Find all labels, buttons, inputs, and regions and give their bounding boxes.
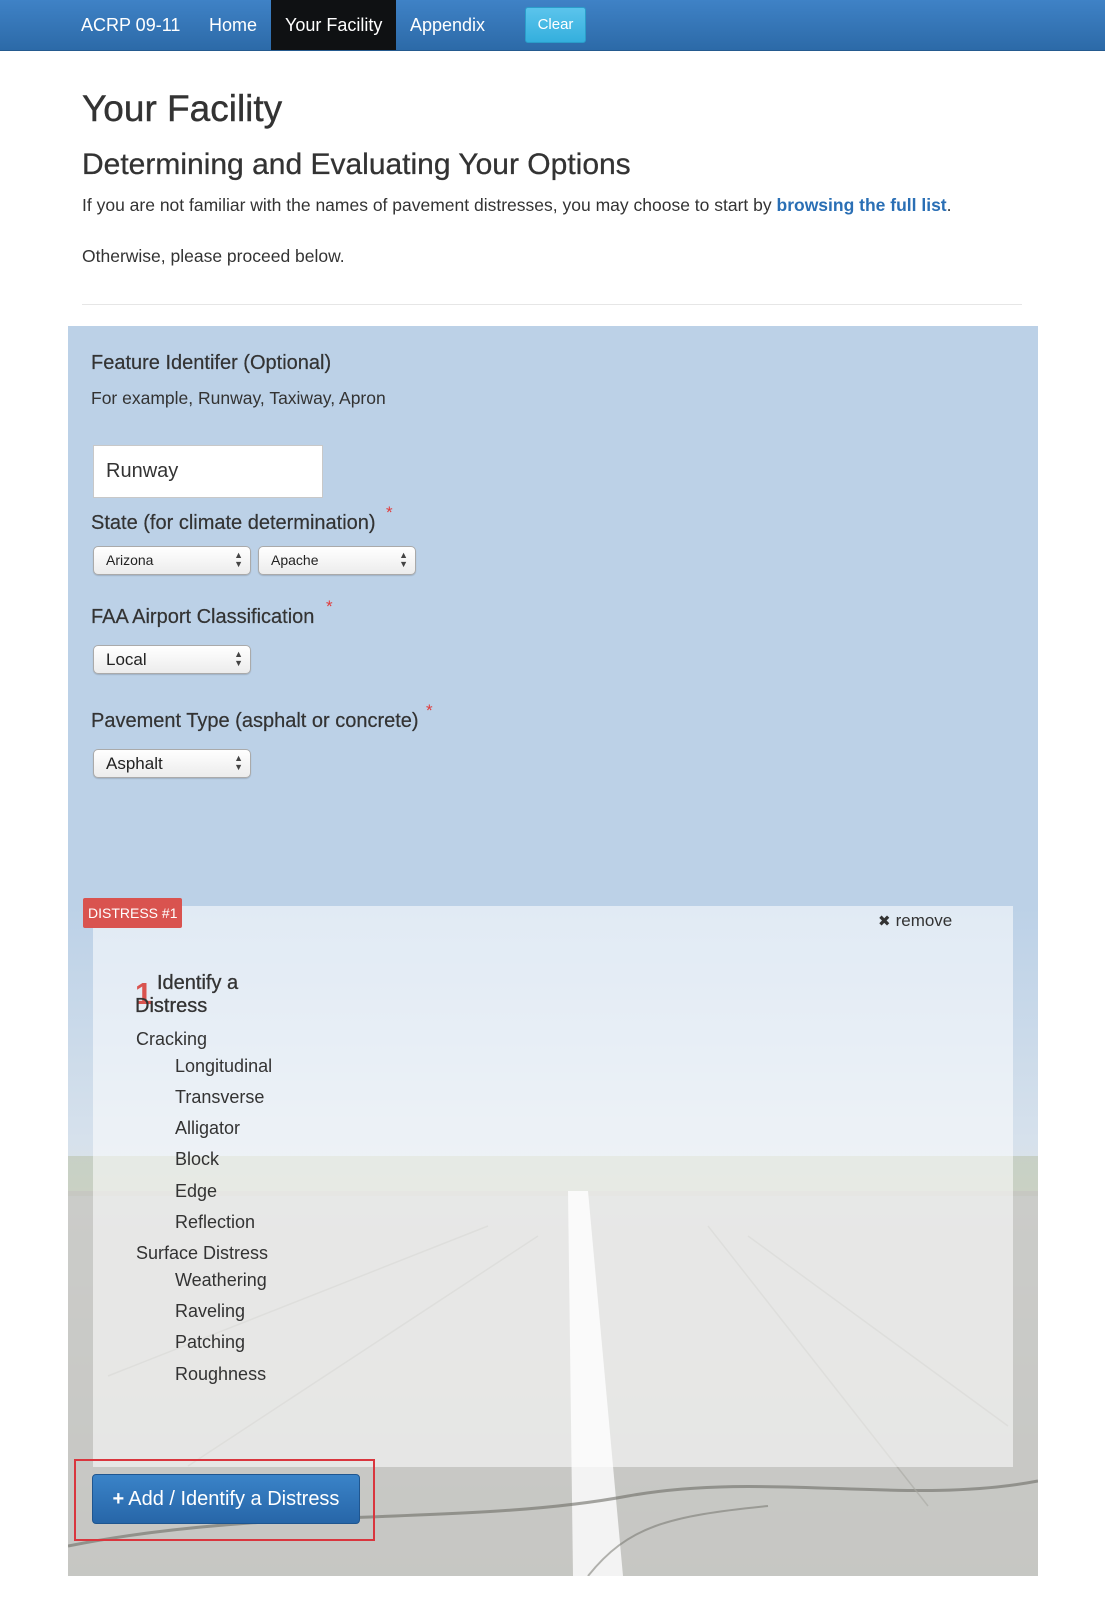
intro-text-start: If you are not familiar with the names o…: [82, 195, 777, 215]
pavement-type-value: Asphalt: [106, 754, 163, 773]
distress-option-patching[interactable]: Patching: [175, 1332, 245, 1353]
category-surface-distress: Surface Distress: [136, 1243, 269, 1263]
state-required-marker: *: [386, 503, 393, 522]
updown-arrows-icon: ▲ ▼: [234, 550, 243, 569]
times-icon: ✖: [878, 913, 891, 930]
distress-option-transverse[interactable]: Transverse: [175, 1087, 264, 1108]
distress-option-weathering[interactable]: Weathering: [175, 1270, 267, 1291]
county-select-value: Apache: [271, 552, 319, 568]
distress-option-alligator[interactable]: Alligator: [175, 1118, 240, 1139]
remove-distress-link[interactable]: ✖ remove: [878, 911, 952, 931]
section-title: Determining and Evaluating Your Options: [82, 148, 631, 181]
distress-option-block[interactable]: Block: [175, 1149, 219, 1170]
category-cracking: Cracking: [136, 1029, 208, 1049]
faa-classification-label: FAA Airport Classification: [91, 606, 315, 628]
nav-appendix[interactable]: Appendix: [396, 0, 499, 50]
facility-form-panel: Feature Identifer (Optional) For example…: [68, 326, 1038, 1576]
faa-classification-select[interactable]: Local ▲ ▼: [93, 645, 251, 674]
feature-identifier-input[interactable]: [93, 445, 323, 498]
proceed-text: Otherwise, please proceed below.: [82, 246, 345, 266]
state-select-value: Arizona: [106, 552, 154, 568]
intro-text: If you are not familiar with the names o…: [82, 195, 952, 216]
distress-option-longitudinal[interactable]: Longitudinal: [175, 1056, 272, 1077]
feature-identifier-help: For example, Runway, Taxiway, Apron: [91, 388, 386, 408]
step-title-block: Identify a Distress: [135, 972, 265, 1018]
plus-icon: +: [112, 1488, 125, 1510]
browse-full-list-link[interactable]: browsing the full list: [777, 195, 947, 215]
pavement-type-label: Pavement Type (asphalt or concrete): [91, 710, 419, 732]
updown-arrows-icon: ▲ ▼: [234, 649, 243, 668]
nav-home[interactable]: Home: [195, 0, 271, 50]
top-navbar: ACRP 09-11 Home Your Facility Appendix C…: [0, 0, 1105, 51]
updown-arrows-icon: ▲ ▼: [234, 753, 243, 772]
faa-classification-required-marker: *: [326, 597, 333, 616]
step-title: Identify a Distress: [135, 972, 239, 1017]
remove-label: remove: [895, 911, 953, 930]
distress-option-reflection[interactable]: Reflection: [175, 1212, 255, 1233]
distress-option-edge[interactable]: Edge: [175, 1181, 217, 1202]
add-button-label: Add / Identify a Distress: [128, 1488, 340, 1510]
clear-button[interactable]: Clear: [525, 7, 586, 43]
distress-badge: DISTRESS #1: [83, 898, 183, 928]
state-select[interactable]: Arizona ▲ ▼: [93, 546, 251, 575]
distress-option-raveling[interactable]: Raveling: [175, 1301, 245, 1322]
updown-arrows-icon: ▲ ▼: [399, 550, 408, 569]
intro-text-end: .: [946, 195, 952, 215]
add-identify-distress-button[interactable]: + Add / Identify a Distress: [92, 1474, 360, 1524]
nav-your-facility[interactable]: Your Facility: [271, 0, 397, 50]
distress-option-roughness[interactable]: Roughness: [175, 1364, 266, 1385]
feature-identifier-label: Feature Identifer (Optional): [91, 352, 332, 374]
state-label: State (for climate determination): [91, 512, 376, 534]
pavement-type-required-marker: *: [426, 701, 433, 720]
faa-classification-value: Local: [106, 650, 147, 669]
page-title: Your Facility: [82, 88, 283, 129]
pavement-type-select[interactable]: Asphalt ▲ ▼: [93, 749, 251, 778]
brand-link[interactable]: ACRP 09-11: [67, 0, 194, 50]
county-select[interactable]: Apache ▲ ▼: [258, 546, 416, 575]
divider: [82, 304, 1022, 305]
